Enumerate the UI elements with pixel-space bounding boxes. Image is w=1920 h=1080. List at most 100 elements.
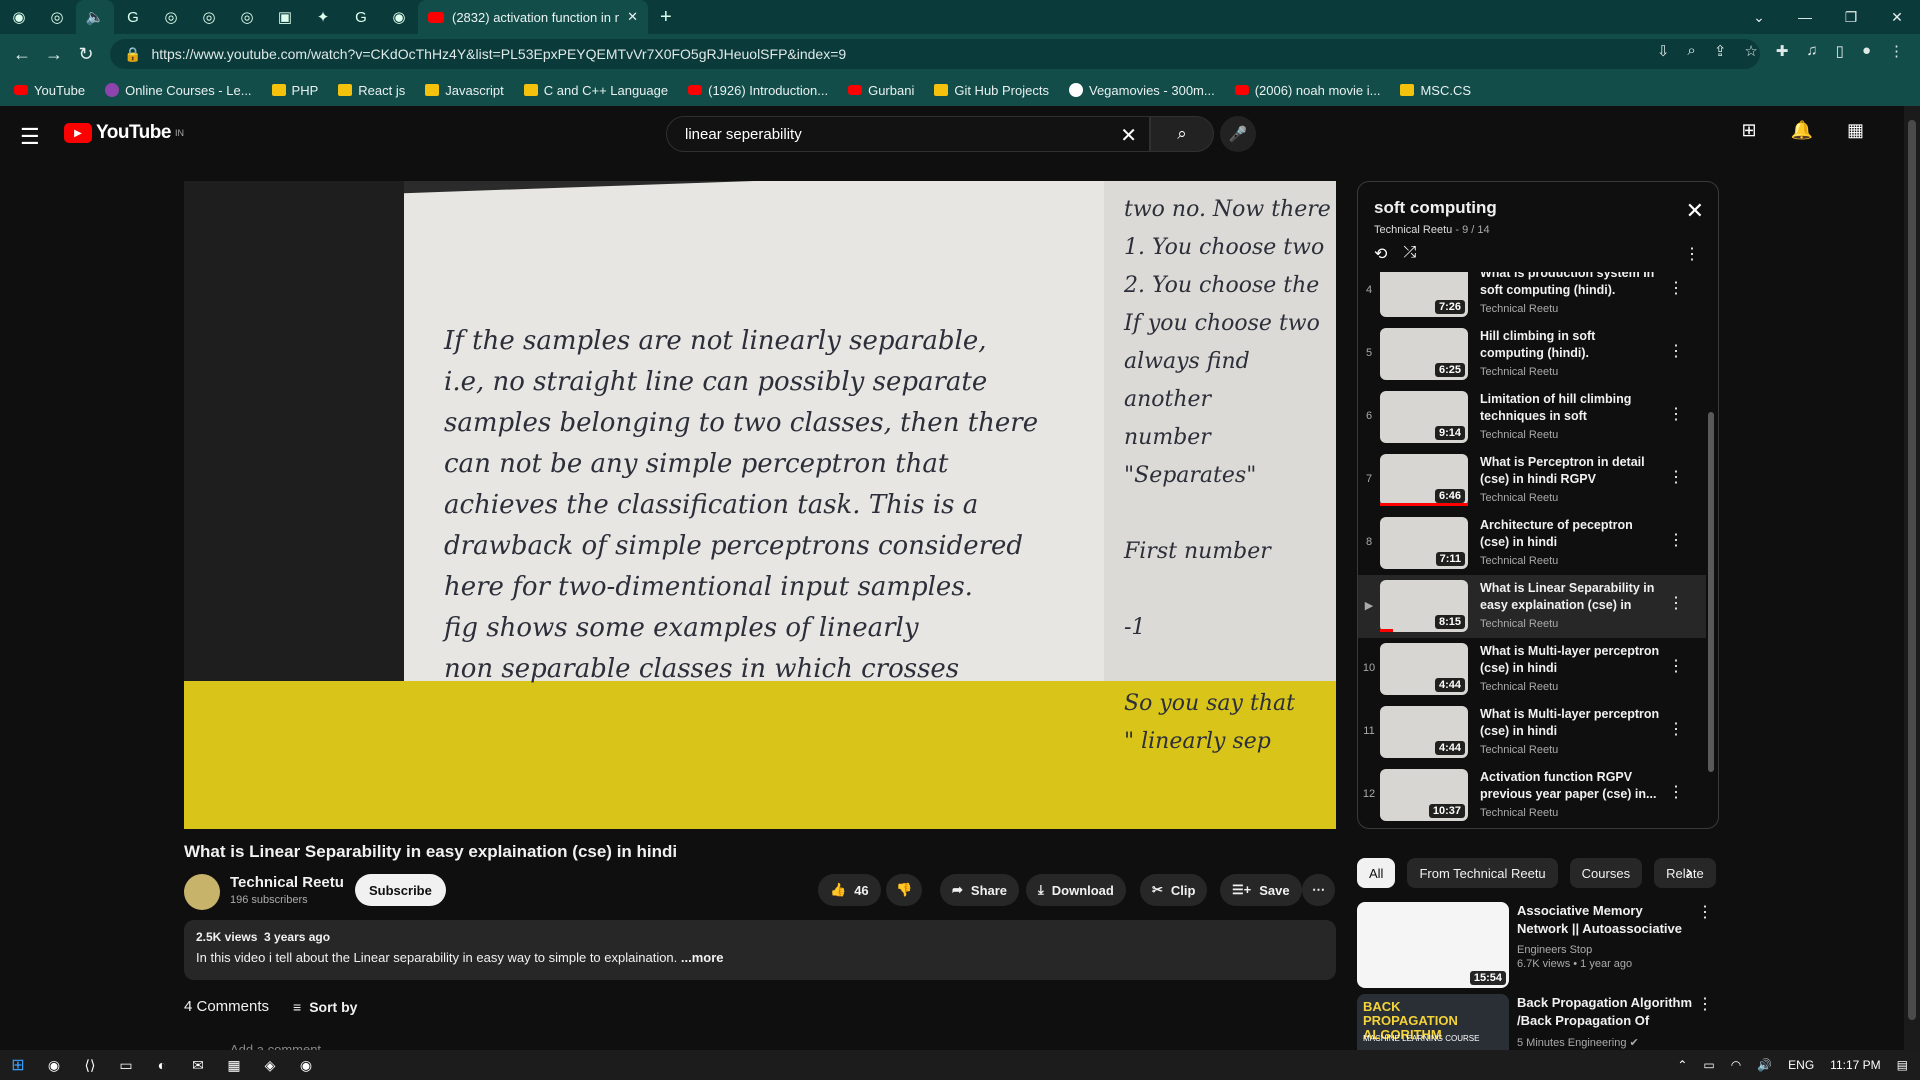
create-video-icon[interactable]: ⊞ [1741, 120, 1756, 141]
tab-icon[interactable]: ◉ [380, 0, 418, 34]
zoom-icon[interactable]: ⌕ [1687, 42, 1695, 60]
download-button[interactable]: ⤓ Download [1026, 874, 1126, 906]
wifi-icon[interactable]: ◠ [1731, 1058, 1741, 1072]
more-vertical-icon[interactable]: ⋮ [1697, 902, 1713, 922]
scroll-thumb[interactable] [1908, 120, 1916, 1020]
page-scrollbar[interactable] [1904, 106, 1920, 1050]
voice-search-icon[interactable]: 🎤 [1220, 116, 1256, 152]
chrome-taskbar-icon[interactable]: ◉ [36, 1050, 72, 1080]
bookmark-item[interactable]: (2006) noah movie i... [1234, 83, 1380, 98]
playlist-item[interactable]: 8 7:11 Architecture of peceptron (cse) in … [1358, 512, 1706, 575]
bookmark-item[interactable]: Online Courses - Le... [105, 83, 252, 98]
recommendation-thumbnail[interactable]: 15:54 [1357, 902, 1509, 988]
chevron-right-icon[interactable]: › [1686, 862, 1692, 883]
hamburger-menu-icon[interactable]: ☰ [20, 124, 40, 150]
media-icon[interactable]: ♫ [1806, 42, 1817, 60]
more-vertical-icon[interactable]: ⋮ [1668, 530, 1684, 550]
like-button[interactable]: 👍 46 [818, 874, 881, 906]
new-tab-button[interactable]: + [660, 6, 672, 29]
playlist-item[interactable]: 7 6:46 What is Perceptron in detail (cse) … [1358, 449, 1706, 512]
playlist-thumbnail[interactable]: 7:26 [1380, 272, 1468, 317]
recommendation-item[interactable]: 15:54 Associative Memory Network || Auto… [1357, 902, 1719, 988]
edge-taskbar-icon[interactable]: ◐ [144, 1050, 180, 1080]
chrome-menu-icon[interactable]: ⋮ [1889, 42, 1904, 60]
filter-chip[interactable]: All [1357, 858, 1396, 888]
more-link[interactable]: ...more [681, 950, 724, 965]
forward-button[interactable]: → [38, 44, 70, 65]
extensions-icon[interactable]: ✚ [1776, 42, 1789, 60]
playlist-thumbnail[interactable]: 4:44 [1380, 643, 1468, 695]
sort-button[interactable]: ≡ Sort by [293, 999, 357, 1015]
file-explorer-icon[interactable]: ▭ [108, 1050, 144, 1080]
playlist-item[interactable]: 4 7:26 What is production system in soft c… [1358, 272, 1706, 323]
youtube-logo[interactable]: ▶ YouTube IN [64, 122, 184, 144]
clear-search-icon[interactable]: ✕ [1120, 123, 1137, 148]
channel-avatar[interactable] [184, 874, 220, 910]
bookmark-item[interactable]: (1926) Introduction... [688, 83, 828, 98]
notifications-bell-icon[interactable]: 🔔 [1791, 120, 1813, 141]
playlist-thumbnail[interactable]: 9:14 [1380, 391, 1468, 443]
playlist-thumbnail[interactable]: 6:46 [1380, 454, 1468, 506]
channel-name[interactable]: Technical Reetu [230, 874, 344, 891]
address-bar[interactable]: 🔒 https://www.youtube.com/watch?v=CKdOcT… [110, 39, 1760, 69]
playlist-owner[interactable]: Technical Reetu [1374, 224, 1452, 236]
tab-icon[interactable]: G [342, 0, 380, 34]
tab-icon[interactable]: ◎ [228, 0, 266, 34]
windows-start-icon[interactable]: ⊞ [0, 1050, 36, 1080]
video-player[interactable]: If the samples are not linearly separabl… [184, 181, 1336, 829]
vscode-taskbar-icon[interactable]: ⟨⟩ [72, 1050, 108, 1080]
reload-button[interactable]: ↻ [70, 44, 102, 65]
bookmark-item[interactable]: Git Hub Projects [934, 83, 1049, 98]
language-indicator[interactable]: ENG [1788, 1058, 1814, 1072]
close-playlist-icon[interactable]: ✕ [1686, 198, 1704, 224]
more-vertical-icon[interactable]: ⋮ [1697, 994, 1713, 1014]
playlist-item[interactable]: 5 6:25 Hill climbing in soft computing (hi… [1358, 323, 1706, 386]
profile-avatar[interactable]: ● [1862, 42, 1871, 60]
playlist-item[interactable]: 10 4:44 What is Multi-layer perceptron (cs… [1358, 638, 1706, 701]
tab-icon[interactable]: ◉ [0, 0, 38, 34]
description-box[interactable]: 2.5K views 3 years ago In this video i t… [184, 920, 1336, 980]
bookmark-item[interactable]: Gurbani [848, 83, 914, 98]
playlist-scrollbar[interactable] [1708, 412, 1714, 772]
tab-search-icon[interactable]: ⌄ [1736, 0, 1782, 34]
save-button[interactable]: ☰+ Save [1220, 874, 1302, 906]
playlist-item[interactable]: 11 4:44 What is Multi-layer perceptron (cs… [1358, 701, 1706, 764]
back-button[interactable]: ← [6, 44, 38, 65]
more-vertical-icon[interactable]: ⋮ [1668, 341, 1684, 361]
clock[interactable]: 11:17 PM [1830, 1058, 1880, 1072]
bookmark-item[interactable]: C and C++ Language [523, 83, 668, 98]
more-vertical-icon[interactable]: ⋮ [1668, 719, 1684, 739]
playlist-item[interactable]: ▶ 8:15 What is Linear Separability in easy… [1358, 575, 1706, 638]
volume-icon[interactable]: 🔊 [1757, 1058, 1772, 1072]
more-vertical-icon[interactable]: ⋮ [1668, 467, 1684, 487]
playlist-item[interactable]: 6 9:14 Limitation of hill climbing techniq… [1358, 386, 1706, 449]
bookmark-item[interactable]: PHP [271, 83, 318, 98]
bookmark-item[interactable]: YouTube [14, 83, 85, 98]
tab-icon[interactable]: ✦ [304, 0, 342, 34]
share-button[interactable]: ➦ Share [940, 874, 1020, 906]
filter-chip[interactable]: Courses [1569, 858, 1643, 888]
store-taskbar-icon[interactable]: ▦ [216, 1050, 252, 1080]
bookmark-item[interactable]: Vegamovies - 300m... [1068, 83, 1215, 98]
playlist-thumbnail[interactable]: 8:15 [1380, 580, 1468, 632]
shuffle-icon[interactable]: ⤮ [1403, 244, 1416, 264]
tab-icon[interactable]: ◎ [190, 0, 228, 34]
close-tab-icon[interactable]: ✕ [627, 9, 638, 25]
more-vertical-icon[interactable]: ⋮ [1668, 593, 1684, 613]
battery-icon[interactable]: ▭ [1703, 1058, 1714, 1072]
playlist-thumbnail[interactable]: 6:25 [1380, 328, 1468, 380]
more-vertical-icon[interactable]: ⋮ [1668, 278, 1684, 298]
loop-icon[interactable]: ⟲ [1374, 244, 1387, 264]
bookmark-item[interactable]: MSC.CS [1400, 83, 1471, 98]
share-icon[interactable]: ⇪ [1714, 42, 1727, 60]
tab-icon[interactable]: G [114, 0, 152, 34]
bookmark-item[interactable]: Javascript [425, 83, 504, 98]
playlist-thumbnail[interactable]: 10:37 [1380, 769, 1468, 821]
minimize-button[interactable]: — [1782, 0, 1828, 34]
filter-chip[interactable]: Relate [1654, 858, 1716, 888]
playlist-thumbnail[interactable]: 7:11 [1380, 517, 1468, 569]
more-vertical-icon[interactable]: ⋮ [1668, 782, 1684, 802]
more-vertical-icon[interactable]: ⋮ [1668, 404, 1684, 424]
playlist-title[interactable]: soft computing [1374, 198, 1497, 218]
search-input[interactable]: linear seperability ✕ [666, 116, 1150, 152]
